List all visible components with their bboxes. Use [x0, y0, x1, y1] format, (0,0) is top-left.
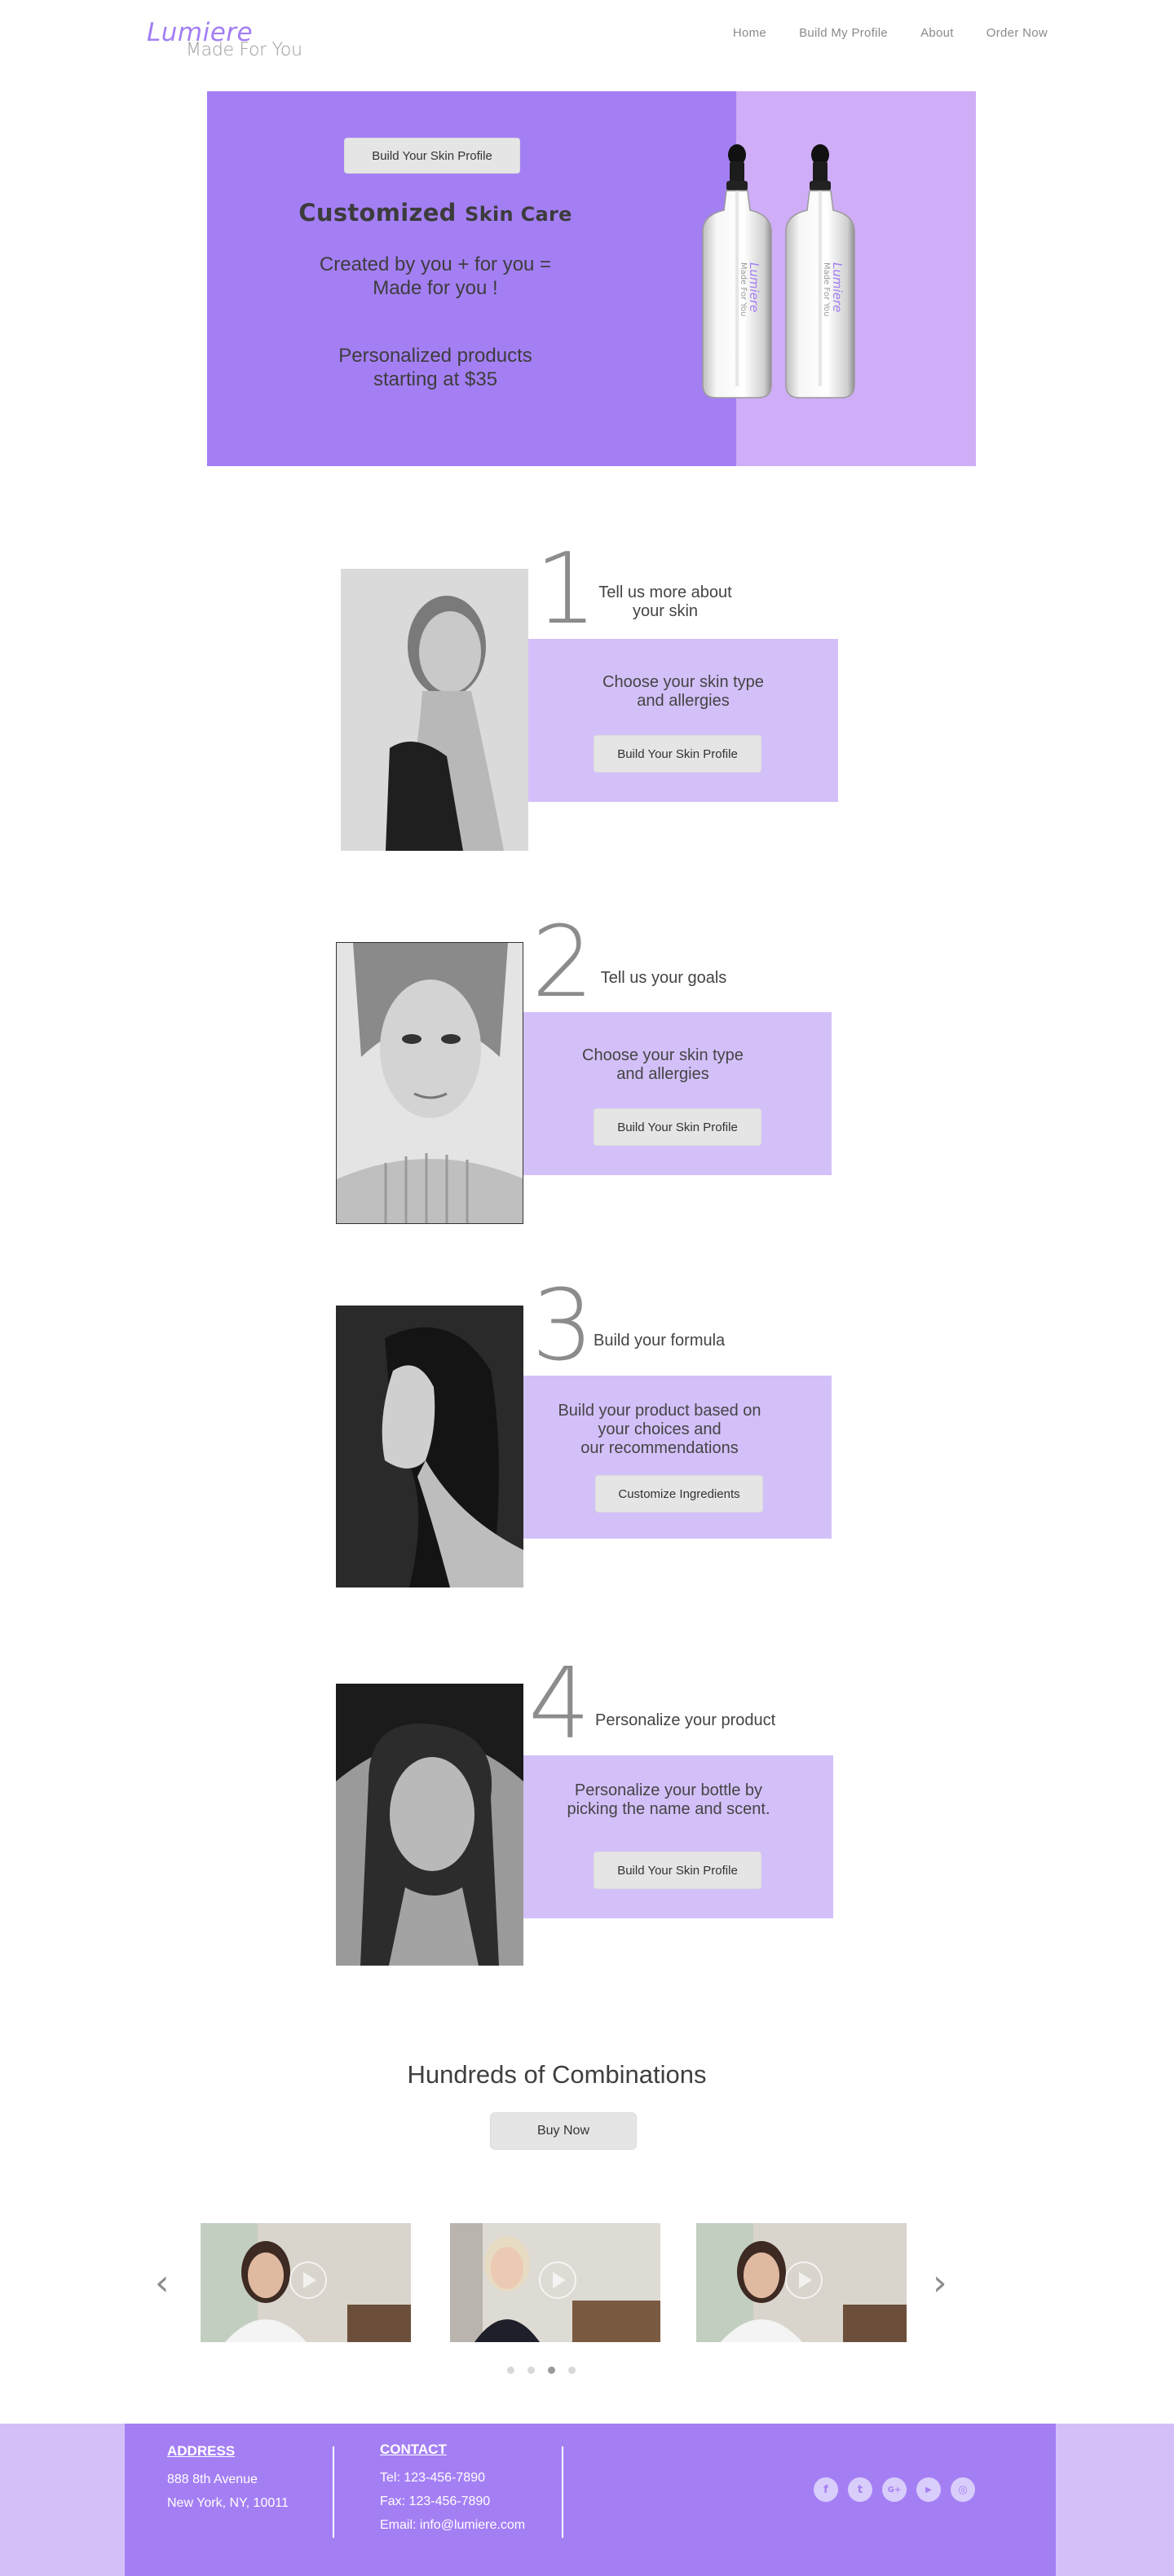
step-4-heading: Personalize your product [595, 1711, 791, 1730]
contact-tel: Tel: 123-456-7890 [380, 2471, 485, 2485]
footer-contact: CONTACT Tel: 123-456-7890 Fax: 123-456-7… [380, 2442, 525, 2537]
google-plus-icon[interactable]: G+ [882, 2477, 907, 2502]
contact-email[interactable]: Email: info@lumiere.com [380, 2513, 525, 2537]
step-4-text-line1: Personalize your bottle by [574, 1781, 763, 1799]
step-2-text: Choose your skin type and allergies [509, 1046, 817, 1084]
step-2-text-line1: Choose your skin type [582, 1046, 744, 1064]
step-2-text-line2: and allergies [616, 1065, 709, 1083]
step-3-panel: Build your product based on your choices… [523, 1376, 832, 1539]
hero-subtitle: Created by you + for you = Made for you … [272, 253, 598, 300]
footer: ADDRESS 888 8th Avenue New York, NY, 100… [125, 2424, 1056, 2576]
step-2-panel: Choose your skin type and allergies Buil… [523, 1012, 832, 1175]
step-4-heading-line1: Personalize your product [595, 1711, 776, 1729]
carousel-dot-2[interactable] [527, 2367, 535, 2374]
hero-build-profile-button[interactable]: Build Your Skin Profile [344, 138, 520, 174]
chevron-right-icon[interactable]: › [933, 2266, 947, 2301]
video-thumbnail-3[interactable] [696, 2223, 907, 2342]
contact-heading: CONTACT [380, 2442, 447, 2457]
hero-title-small: Skin Care [465, 203, 572, 226]
step-1-build-profile-button[interactable]: Build Your Skin Profile [594, 735, 761, 773]
carousel-dot-4[interactable] [568, 2367, 576, 2374]
footer-divider [333, 2446, 334, 2538]
nav-order-now[interactable]: Order Now [986, 26, 1048, 46]
address-line2: New York, NY, 10011 [167, 2496, 289, 2510]
bottle-label-sub: Made For You [822, 262, 831, 316]
video-thumbnail-1[interactable] [201, 2223, 411, 2342]
bottle-label-main: Lumiere [747, 262, 761, 312]
step-3-text-line3: our recommendations [580, 1439, 739, 1457]
contact-fax: Fax: 123-456-7890 [380, 2495, 491, 2508]
footer-address: ADDRESS 888 8th Avenue New York, NY, 100… [167, 2443, 289, 2515]
step-1-heading: Tell us more about your skin [584, 583, 747, 621]
carousel-dot-3[interactable] [548, 2367, 555, 2374]
step-2-number: 2 [532, 906, 594, 1019]
carousel-dot-1[interactable] [507, 2367, 514, 2374]
step-1-heading-line1: Tell us more about [598, 583, 732, 601]
footer-divider [562, 2446, 563, 2538]
step-1-photo [341, 569, 528, 851]
hero-offer-line2: starting at $35 [373, 368, 498, 390]
step-3-number: 3 [532, 1270, 594, 1383]
step-1-text-line1: Choose your skin type [602, 673, 764, 691]
step-1-text: Choose your skin type and allergies [528, 673, 838, 711]
hero-title: Customized Skin Care [272, 199, 598, 227]
serum-bottles-image: Lumiere Made For You Lumiere Made For Yo… [702, 144, 855, 399]
hero-subtitle-line2: Made for you ! [373, 277, 498, 299]
step-4-text: Personalize your bottle by picking the n… [514, 1781, 823, 1819]
logo[interactable]: Lumiere Made For You [147, 18, 310, 67]
step-2-heading: Tell us your goals [590, 969, 737, 988]
hero-banner: Build Your Skin Profile Customized Skin … [207, 91, 976, 466]
hero-offer: Personalized products starting at $35 [272, 344, 598, 391]
social-links: f t G+ ▶ ◎ [814, 2477, 975, 2502]
step-3-photo [336, 1306, 523, 1587]
step-3-text: Build your product based on your choices… [505, 1402, 814, 1458]
step-2-heading-line1: Tell us your goals [600, 969, 727, 987]
step-3-text-line1: Build your product based on [558, 1402, 761, 1420]
combinations-title: Hundreds of Combinations [407, 2060, 707, 2089]
step-1-heading-line2: your skin [632, 602, 699, 620]
step-4-build-profile-button[interactable]: Build Your Skin Profile [594, 1852, 761, 1889]
video-thumbnail-2[interactable] [450, 2223, 660, 2342]
step-3-text-line2: your choices and [598, 1420, 722, 1438]
step-1-panel: Choose your skin type and allergies Buil… [528, 639, 838, 802]
youtube-icon[interactable]: ▶ [916, 2477, 941, 2502]
address-heading: ADDRESS [167, 2443, 236, 2459]
hero-title-main: Customized [298, 199, 457, 227]
buy-now-button[interactable]: Buy Now [490, 2112, 637, 2150]
step-1-text-line2: and allergies [637, 692, 730, 710]
twitter-icon[interactable]: t [848, 2477, 872, 2502]
chevron-left-icon[interactable]: ‹ [155, 2266, 170, 2301]
nav-home[interactable]: Home [733, 26, 766, 46]
step-3-heading-line1: Build your formula [594, 1332, 726, 1350]
nav-about[interactable]: About [920, 26, 954, 46]
step-2-photo [336, 942, 523, 1224]
facebook-icon[interactable]: f [814, 2477, 838, 2502]
instagram-icon[interactable]: ◎ [951, 2477, 975, 2502]
step-4-panel: Personalize your bottle by picking the n… [523, 1755, 833, 1918]
logo-sub-text: Made For You [186, 40, 302, 60]
carousel-dots [507, 2367, 576, 2374]
bottle-label-main: Lumiere [830, 262, 845, 312]
step-3-customize-ingredients-button[interactable]: Customize Ingredients [595, 1475, 763, 1513]
step-4-text-line2: picking the name and scent. [567, 1800, 770, 1818]
nav-build-my-profile[interactable]: Build My Profile [799, 26, 888, 46]
hero-subtitle-line1: Created by you + for you = [319, 253, 552, 275]
step-2-build-profile-button[interactable]: Build Your Skin Profile [594, 1108, 761, 1146]
hero-offer-line1: Personalized products [338, 345, 532, 367]
main-nav: Home Build My Profile About Order Now [733, 26, 1048, 46]
step-3-heading: Build your formula [594, 1332, 740, 1350]
step-4-number: 4 [528, 1648, 591, 1761]
bottle-label-sub: Made For You [739, 262, 748, 316]
step-4-photo [336, 1684, 523, 1966]
address-line1: 888 8th Avenue [167, 2473, 258, 2486]
